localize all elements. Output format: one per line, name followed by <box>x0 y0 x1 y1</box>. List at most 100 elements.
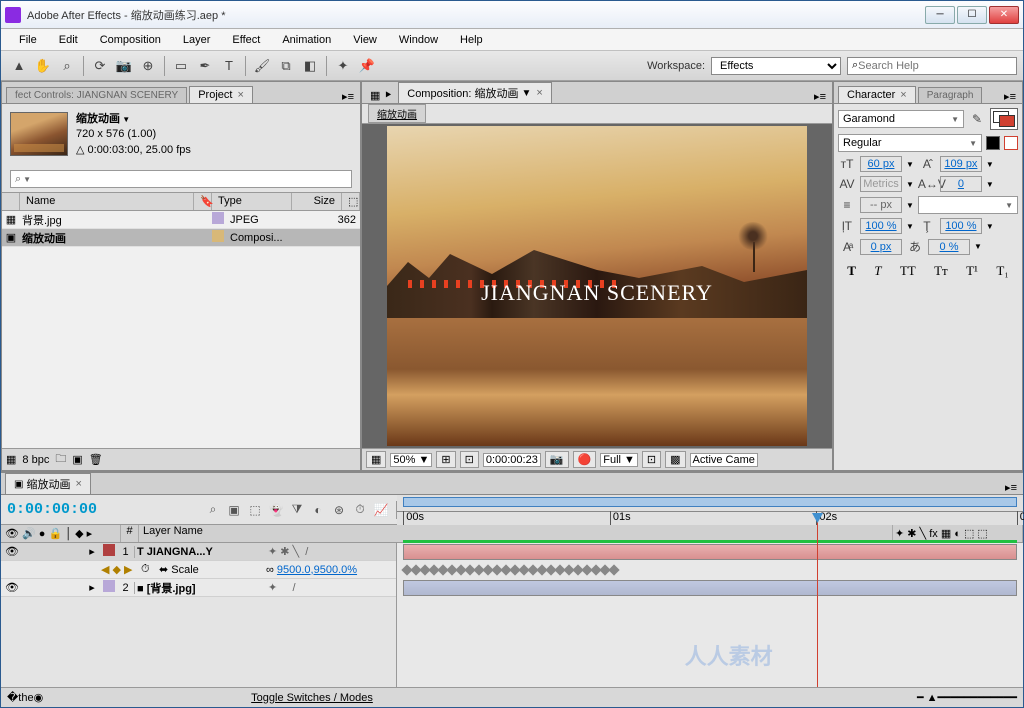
camera-tool-icon[interactable]: 📷 <box>113 55 135 77</box>
hand-tool-icon[interactable]: ✋ <box>32 55 54 77</box>
superscript-button[interactable]: T¹ <box>966 263 978 279</box>
frame-blend-icon[interactable]: ⧩ <box>288 501 306 519</box>
playhead[interactable] <box>817 513 818 687</box>
close-button[interactable]: ✕ <box>989 6 1019 24</box>
layer-bar[interactable] <box>403 580 1017 596</box>
font-family-select[interactable]: Garamond <box>838 110 964 128</box>
pen-tool-icon[interactable]: ✒ <box>194 55 216 77</box>
fill-swatch[interactable] <box>986 136 1000 150</box>
type-tool-icon[interactable]: T <box>218 55 240 77</box>
hscale-input[interactable]: 100 % <box>940 218 982 234</box>
tab-project[interactable]: Project× <box>189 86 253 103</box>
trash-icon[interactable]: 🗑 <box>89 453 103 466</box>
tab-character[interactable]: Character× <box>838 86 916 103</box>
stroke-style-select[interactable] <box>918 196 1018 214</box>
time-display[interactable]: 0:00:00:23 <box>483 453 541 467</box>
tsume-input[interactable]: 0 % <box>928 239 970 255</box>
menu-animation[interactable]: Animation <box>272 32 341 48</box>
graph-editor-icon[interactable]: 📈 <box>372 501 390 519</box>
property-row[interactable]: ◀ ◆ ▶ ⏱ ⬌ Scale ∞ 9500.0,9500.0% <box>1 561 396 579</box>
panel-menu-icon[interactable]: ▸≡ <box>999 481 1023 494</box>
visibility-icon[interactable]: 👁 <box>5 581 19 594</box>
work-area-bar[interactable] <box>403 497 1017 507</box>
panel-menu-icon[interactable]: ▸≡ <box>808 90 832 103</box>
composition-viewer[interactable]: JIANGNAN SCENERY <box>362 124 832 448</box>
resolution-select[interactable]: Full ▼ <box>600 453 638 467</box>
shy-icon[interactable]: 👻 <box>267 501 285 519</box>
project-item[interactable]: ▦ 背景.jpg JPEG 362 <box>2 211 360 229</box>
italic-button[interactable]: T <box>874 263 881 279</box>
leading-input[interactable]: 109 px <box>940 156 982 172</box>
tab-composition[interactable]: Composition: 缩放动画 ▼× <box>398 82 552 103</box>
layer-bar[interactable] <box>403 544 1017 560</box>
bpc-button[interactable]: 8 bpc <box>22 454 49 466</box>
current-time-display[interactable]: 0:00:00:00 <box>7 501 97 518</box>
menu-help[interactable]: Help <box>450 32 493 48</box>
subscript-button[interactable]: T₁ <box>996 263 1008 279</box>
workspace-select[interactable]: Effects <box>711 57 841 75</box>
toggle-switches-button[interactable]: Toggle Switches / Modes <box>251 692 373 704</box>
menu-effect[interactable]: Effect <box>222 32 270 48</box>
rectangle-tool-icon[interactable]: ▭ <box>170 55 192 77</box>
channel-icon[interactable]: 🔴 <box>573 451 597 468</box>
menu-file[interactable]: File <box>9 32 47 48</box>
new-folder-icon[interactable]: 🗀 <box>55 450 66 469</box>
zoom-select[interactable]: 50% ▼ <box>390 453 432 467</box>
panel-menu-icon[interactable]: ▸≡ <box>336 90 360 103</box>
draft3d-icon[interactable]: ⬚ <box>246 501 264 519</box>
font-size-input[interactable]: 60 px <box>860 156 902 172</box>
baseline-input[interactable]: 0 px <box>860 239 902 255</box>
selection-tool-icon[interactable]: ▲ <box>8 55 30 77</box>
kerning-input[interactable]: Metrics <box>860 176 902 192</box>
search-icon[interactable]: ⌕ <box>204 501 222 519</box>
autokey-icon[interactable]: ⏱ <box>351 501 369 519</box>
camera-select[interactable]: Active Came <box>690 453 758 467</box>
tab-timeline[interactable]: ▣ 缩放动画× <box>5 473 91 494</box>
brainstorm-icon[interactable]: ⊛ <box>330 501 348 519</box>
stroke-width-input[interactable]: -- px <box>860 197 902 213</box>
comp-subtab[interactable]: 缩放动画 <box>368 104 426 123</box>
tab-paragraph[interactable]: Paragraph <box>918 87 983 103</box>
menu-layer[interactable]: Layer <box>173 32 221 48</box>
brush-tool-icon[interactable]: 🖌 <box>251 55 273 77</box>
grid-icon[interactable]: ⊞ <box>436 451 455 468</box>
menu-composition[interactable]: Composition <box>90 32 171 48</box>
timeline-tracks[interactable]: 人人素材 <box>397 543 1023 687</box>
project-search[interactable] <box>10 170 352 188</box>
tracking-input[interactable]: 0 <box>940 176 982 192</box>
layer-row[interactable]: 👁 ▸ 1 T JIANGNA...Y ✦ ✱ ╲ / <box>1 543 396 561</box>
search-help-field[interactable]: ⌕ <box>847 57 1017 75</box>
visibility-icon[interactable]: 👁 <box>5 545 19 558</box>
vscale-input[interactable]: 100 % <box>860 218 902 234</box>
project-item[interactable]: ▣ 缩放动画 Composi... <box>2 229 360 247</box>
layer-row[interactable]: 👁 ▸ 2 ■ [背景.jpg] ✦ / <box>1 579 396 597</box>
font-style-select[interactable]: Regular <box>838 134 982 152</box>
scale-value[interactable]: 9500.0,9500.0% <box>277 564 357 576</box>
puppet-tool-icon[interactable]: 📌 <box>356 55 378 77</box>
pan-behind-tool-icon[interactable]: ⊕ <box>137 55 159 77</box>
expand-icon[interactable]: �the◉ <box>7 691 43 704</box>
keyframe-strip[interactable] <box>403 563 619 577</box>
panel-menu-icon[interactable]: ▸≡ <box>998 90 1022 103</box>
stroke-swatch[interactable] <box>1004 136 1018 150</box>
time-ruler[interactable]: 00s 01s 02s 03s <box>397 495 1023 525</box>
rotate-tool-icon[interactable]: ⟳ <box>89 55 111 77</box>
zoom-tool-icon[interactable]: ⌕ <box>56 55 78 77</box>
transparency-icon[interactable]: ▩ <box>665 451 685 468</box>
close-icon[interactable]: × <box>237 89 243 101</box>
maximize-button[interactable]: ☐ <box>957 6 987 24</box>
menu-edit[interactable]: Edit <box>49 32 88 48</box>
comp-mini-flowchart-icon[interactable]: ▣ <box>225 501 243 519</box>
bold-button[interactable]: T <box>847 263 856 279</box>
snapshot-icon[interactable]: 📷 <box>545 451 569 468</box>
roi-icon[interactable]: ⊡ <box>642 451 661 468</box>
eraser-tool-icon[interactable]: ◧ <box>299 55 321 77</box>
menu-window[interactable]: Window <box>389 32 448 48</box>
motion-blur-icon[interactable]: ◐ <box>309 501 327 519</box>
clone-tool-icon[interactable]: ⧉ <box>275 55 297 77</box>
alpha-icon[interactable]: ▦ <box>366 451 386 468</box>
new-comp-icon[interactable]: ▣ <box>72 453 82 466</box>
tab-effect-controls[interactable]: fect Controls: JIANGNAN SCENERY <box>6 87 187 103</box>
interpret-icon[interactable]: ▦ <box>6 453 16 466</box>
menu-view[interactable]: View <box>343 32 387 48</box>
